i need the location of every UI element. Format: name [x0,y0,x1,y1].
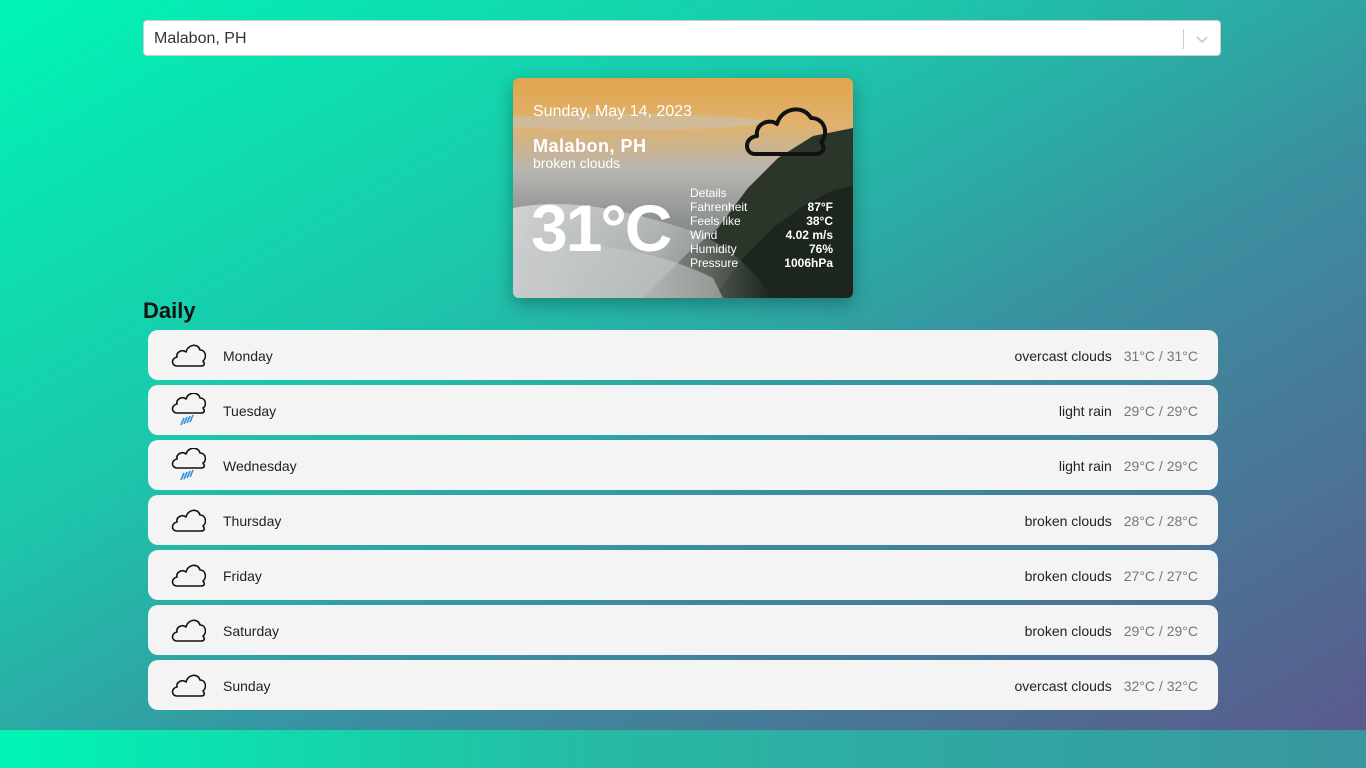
forecast-row-thursday[interactable]: Thursday broken clouds 28°C / 28°C [148,495,1218,545]
forecast-description: broken clouds [1024,513,1112,529]
forecast-temp-range: 28°C / 28°C [1123,513,1198,529]
detail-label: Fahrenheit [690,200,748,214]
forecast-temp-range: 29°C / 29°C [1123,458,1198,474]
detail-value: 1006hPa [784,256,833,270]
forecast-row-sunday[interactable]: Sunday overcast clouds 32°C / 32°C [148,660,1218,710]
forecast-day: Wednesday [223,458,297,474]
forecast-day: Thursday [223,513,282,529]
forecast-day: Tuesday [223,403,277,419]
forecast-temp-range: 31°C / 31°C [1123,348,1198,364]
forecast-day: Saturday [223,623,280,639]
forecast-row-wednesday[interactable]: Wednesday light rain 29°C / 29°C [148,440,1218,490]
detail-row-fahrenheit: Fahrenheit 87°F [690,200,833,214]
forecast-summary: overcast clouds 32°C / 32°C [1014,678,1198,694]
rain-icon [171,448,206,481]
current-temperature: 31°C [531,191,672,265]
detail-label: Humidity [690,242,737,256]
forecast-summary: broken clouds 27°C / 27°C [1025,568,1198,584]
current-weather-card: Sunday, May 14, 2023 Malabon, PH broken … [513,78,853,298]
detail-row-wind: Wind 4.02 m/s [690,228,833,242]
search-value[interactable]: Malabon, PH [154,30,247,48]
current-description: broken clouds [533,155,621,171]
forecast-description: overcast clouds [1014,348,1112,364]
detail-row-humidity: Humidity 76% [690,242,833,256]
detail-label: Wind [690,228,718,242]
forecast-temp-range: 29°C / 29°C [1123,623,1198,639]
detail-value: 87°F [807,200,833,214]
city-search-select[interactable]: Malabon, PH [143,20,1221,56]
forecast-day: Friday [223,568,262,584]
details-panel: Details Fahrenheit 87°F Feels like 38°C … [690,186,833,270]
detail-value: 4.02 m/s [785,228,833,242]
forecast-summary: light rain 29°C / 29°C [1059,458,1198,474]
cloud-icon [171,564,206,587]
detail-value: 38°C [806,214,833,228]
chevron-down-icon[interactable] [1194,31,1210,47]
weather-app: Malabon, PH Sunday, May 14, 2023 Malabon… [0,0,1366,730]
forecast-row-tuesday[interactable]: Tuesday light rain 29°C / 29°C [148,385,1218,435]
forecast-summary: broken clouds 29°C / 29°C [1025,623,1198,639]
forecast-temp-range: 27°C / 27°C [1123,568,1198,584]
details-title: Details [690,186,727,200]
forecast-summary: broken clouds 28°C / 28°C [1025,513,1198,529]
forecast-row-saturday[interactable]: Saturday broken clouds 29°C / 29°C [148,605,1218,655]
forecast-day: Monday [223,348,273,364]
forecast-summary: overcast clouds 31°C / 31°C [1014,348,1198,364]
detail-row-feels-like: Feels like 38°C [690,214,833,228]
forecast-temp-range: 32°C / 32°C [1123,678,1198,694]
forecast-description: broken clouds [1024,623,1112,639]
forecast-row-monday[interactable]: Monday overcast clouds 31°C / 31°C [148,330,1218,380]
cloud-icon [171,619,206,642]
forecast-description: light rain [1058,403,1112,419]
forecast-row-friday[interactable]: Friday broken clouds 27°C / 27°C [148,550,1218,600]
detail-label: Pressure [690,256,739,270]
cloud-icon [171,509,206,532]
cloud-icon [171,344,206,367]
forecast-summary: light rain 29°C / 29°C [1059,403,1198,419]
daily-forecast-list: Monday overcast clouds 31°C / 31°C Tuesda… [148,330,1218,715]
select-separator [1183,29,1184,49]
detail-row-pressure: Pressure 1006hPa [690,256,833,270]
rain-icon [171,393,206,426]
current-date: Sunday, May 14, 2023 [533,103,692,120]
detail-label: Feels like [690,214,741,228]
forecast-day: Sunday [223,678,271,694]
cloud-icon [745,107,828,156]
forecast-temp-range: 29°C / 29°C [1123,403,1198,419]
daily-heading: Daily [143,298,196,323]
forecast-description: light rain [1058,458,1112,474]
forecast-description: broken clouds [1024,568,1112,584]
current-city: Malabon, PH [533,136,647,156]
forecast-description: overcast clouds [1014,678,1112,694]
detail-value: 76% [808,242,833,256]
cloud-icon [171,674,206,697]
